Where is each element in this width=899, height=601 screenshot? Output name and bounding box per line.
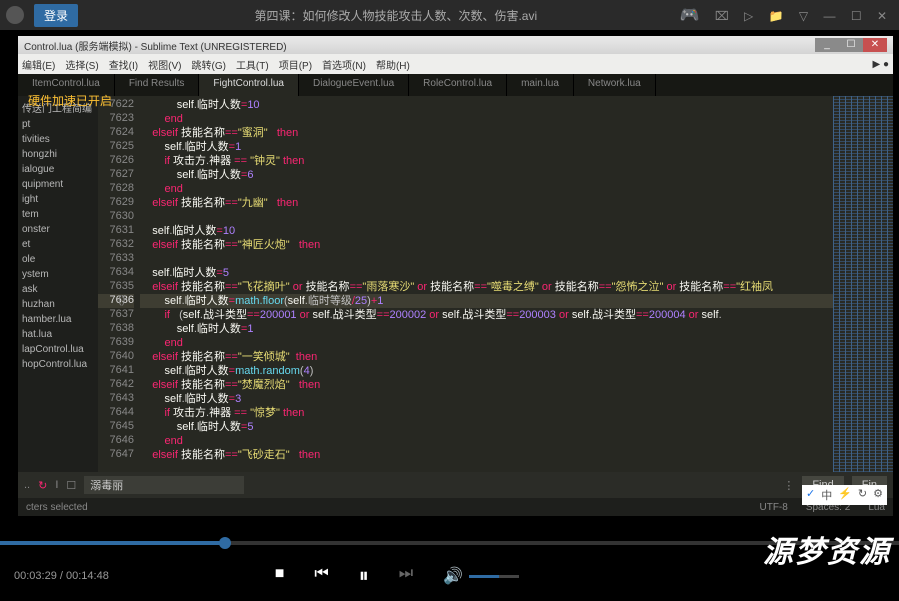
open-icon[interactable]: ▷: [744, 9, 753, 23]
menu-item[interactable]: 帮助(H): [376, 57, 410, 72]
player-titlebar: 登录 第四课：如何修改人物技能攻击人数、次数、伤害.avi 🎮 ⌧ ▷ 📁 ▽ …: [0, 0, 899, 30]
sidebar-item[interactable]: quipment: [22, 177, 94, 192]
menu-item[interactable]: 编辑(E): [22, 57, 55, 72]
file-tab[interactable]: main.lua: [507, 74, 574, 96]
file-tab[interactable]: RoleControl.lua: [409, 74, 507, 96]
sidebar-item[interactable]: ole: [22, 252, 94, 267]
sidebar-item[interactable]: huzhan: [22, 297, 94, 312]
menu-item[interactable]: 首选项(N): [322, 57, 366, 72]
file-tab[interactable]: DialogueEvent.lua: [299, 74, 409, 96]
menu-item[interactable]: 查找(I): [109, 57, 138, 72]
sublime-window: Control.lua (服务端模拟) - Sublime Text (UNRE…: [18, 36, 893, 516]
st-close-icon[interactable]: ✕: [863, 38, 887, 52]
pause-button[interactable]: ⏸: [359, 565, 369, 588]
code-editor[interactable]: self.临时人数=10 end elseif 技能名称=="蜜洞" then …: [140, 96, 833, 472]
file-tab[interactable]: Find Results: [115, 74, 200, 96]
maximize-icon[interactable]: ☐: [851, 9, 862, 23]
find-close-icon[interactable]: ..: [24, 479, 30, 491]
status-selection: cters selected: [26, 502, 88, 513]
line-gutter: 7622762376247625762676277628762976307631…: [98, 96, 140, 472]
sublime-menubar: 编辑(E) 选择(S) 查找(I) 视图(V) 跳转(G) 工具(T) 项目(P) 首选项(N…: [18, 54, 893, 74]
sidebar-item[interactable]: ask: [22, 282, 94, 297]
close-icon[interactable]: ✕: [877, 9, 887, 23]
sidebar-item[interactable]: hat.lua: [22, 327, 94, 342]
status-encoding[interactable]: UTF-8: [759, 502, 787, 513]
time-display: 00:03:29 / 00:14:48: [14, 570, 109, 582]
menu-item[interactable]: 视图(V): [148, 57, 181, 72]
settings-icon[interactable]: ▽: [799, 9, 808, 23]
status-bar: cters selected UTF-8 Spaces: 2 Lua: [18, 498, 893, 516]
sidebar-item[interactable]: ystem: [22, 267, 94, 282]
find-case-icon[interactable]: I: [55, 479, 58, 491]
find-input[interactable]: [84, 476, 244, 494]
menu-item[interactable]: 跳转(G): [191, 57, 225, 72]
sidebar-item[interactable]: hongzhi: [22, 147, 94, 162]
prev-button[interactable]: ⏮: [314, 565, 328, 588]
app-logo: [6, 6, 24, 24]
titlebar-icons: 🎮 ⌧ ▷ 📁 ▽ — ☐ ✕: [674, 5, 893, 25]
menu-item[interactable]: 工具(T): [236, 57, 269, 72]
find-word-icon[interactable]: ☐: [66, 479, 76, 492]
player-controls: 00:03:29 / 00:14:48 ■ ⏮ ⏸ ⏭ 🔊: [0, 551, 899, 601]
sidebar-item[interactable]: pt: [22, 117, 94, 132]
menu-item[interactable]: 选择(S): [65, 57, 98, 72]
file-tabs: ItemControl.luaFind ResultsFightControl.…: [18, 74, 893, 96]
ime-overlay[interactable]: ✓中⚡↻⚙: [802, 485, 887, 505]
volume-control[interactable]: 🔊: [443, 565, 519, 588]
sidebar-item[interactable]: et: [22, 237, 94, 252]
find-bar: .. ↻ I ☐ ⋮ Find Fin: [18, 472, 893, 498]
menu-item[interactable]: 项目(P): [279, 57, 312, 72]
gamepad-icon[interactable]: 🎮: [680, 7, 700, 24]
minimap[interactable]: [833, 96, 893, 472]
video-title: 第四课：如何修改人物技能攻击人数、次数、伤害.avi: [118, 7, 674, 24]
sublime-title: Control.lua (服务端模拟) - Sublime Text (UNRE…: [24, 38, 287, 53]
st-maximize-icon[interactable]: ☐: [839, 38, 863, 52]
find-more-icon[interactable]: ⋮: [783, 479, 794, 492]
sublime-titlebar: Control.lua (服务端模拟) - Sublime Text (UNRE…: [18, 36, 893, 54]
sidebar-item[interactable]: tivities: [22, 132, 94, 147]
folder-icon[interactable]: 📁: [769, 9, 784, 23]
st-minimize-icon[interactable]: _: [815, 38, 839, 52]
sidebar-item[interactable]: onster: [22, 222, 94, 237]
login-button[interactable]: 登录: [34, 4, 78, 27]
progress-bar[interactable]: [0, 541, 899, 545]
sidebar-folders[interactable]: 传送门工程简编pttivitieshongzhiialoguequipmenti…: [18, 96, 98, 472]
sidebar-item[interactable]: tem: [22, 207, 94, 222]
sidebar-item[interactable]: hopControl.lua: [22, 357, 94, 372]
next-button[interactable]: ⏭: [399, 565, 413, 588]
sidebar-item[interactable]: ight: [22, 192, 94, 207]
hw-accel-overlay: 硬件加速已开启: [28, 92, 112, 109]
stop-button[interactable]: ■: [275, 565, 285, 588]
find-refresh-icon[interactable]: ↻: [38, 479, 47, 492]
minimize-icon[interactable]: —: [823, 9, 835, 23]
sidebar-item[interactable]: ialogue: [22, 162, 94, 177]
screenshot-icon[interactable]: ⌧: [715, 9, 729, 23]
file-tab[interactable]: FightControl.lua: [199, 74, 299, 96]
sidebar-item[interactable]: hamber.lua: [22, 312, 94, 327]
record-play-icon[interactable]: ▶ ●: [872, 59, 889, 70]
sidebar-item[interactable]: lapControl.lua: [22, 342, 94, 357]
file-tab[interactable]: Network.lua: [574, 74, 656, 96]
